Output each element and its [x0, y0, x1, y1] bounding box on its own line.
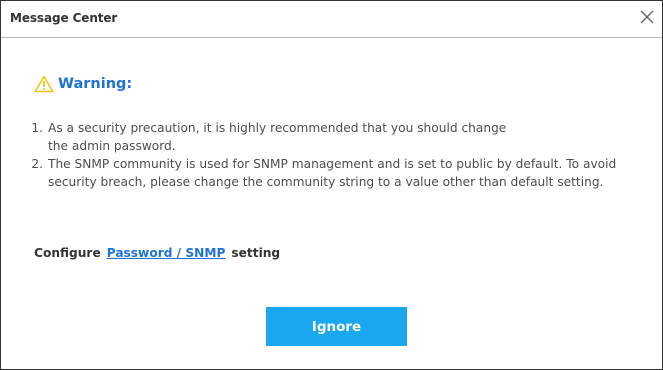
list-item-text: As a security precaution, it is highly r…	[48, 121, 507, 153]
list-item: 1. As a security precaution, it is highl…	[25, 119, 660, 155]
dialog-titlebar: Message Center	[1, 1, 662, 38]
warning-triangle-icon	[34, 75, 54, 93]
list-item-number: 2.	[31, 157, 43, 171]
warning-header: Warning:	[34, 74, 132, 94]
configure-row: Configure Password / SNMP setting	[34, 246, 280, 260]
message-center-dialog: Message Center Warning: 1. As a security…	[0, 0, 663, 370]
warning-list: 1. As a security precaution, it is highl…	[25, 119, 660, 191]
configure-prefix: Configure	[34, 246, 101, 260]
warning-title: Warning:	[58, 76, 133, 92]
list-item: 2. The SNMP community is used for SNMP m…	[25, 155, 660, 191]
list-item-number: 1.	[31, 121, 43, 135]
configure-suffix: setting	[231, 246, 281, 260]
close-icon[interactable]	[638, 8, 656, 26]
ignore-button[interactable]: Ignore	[266, 307, 407, 346]
password-snmp-link[interactable]: Password / SNMP	[107, 246, 226, 260]
list-item-text: The SNMP community is used for SNMP mana…	[48, 157, 617, 189]
dialog-title: Message Center	[10, 11, 118, 25]
